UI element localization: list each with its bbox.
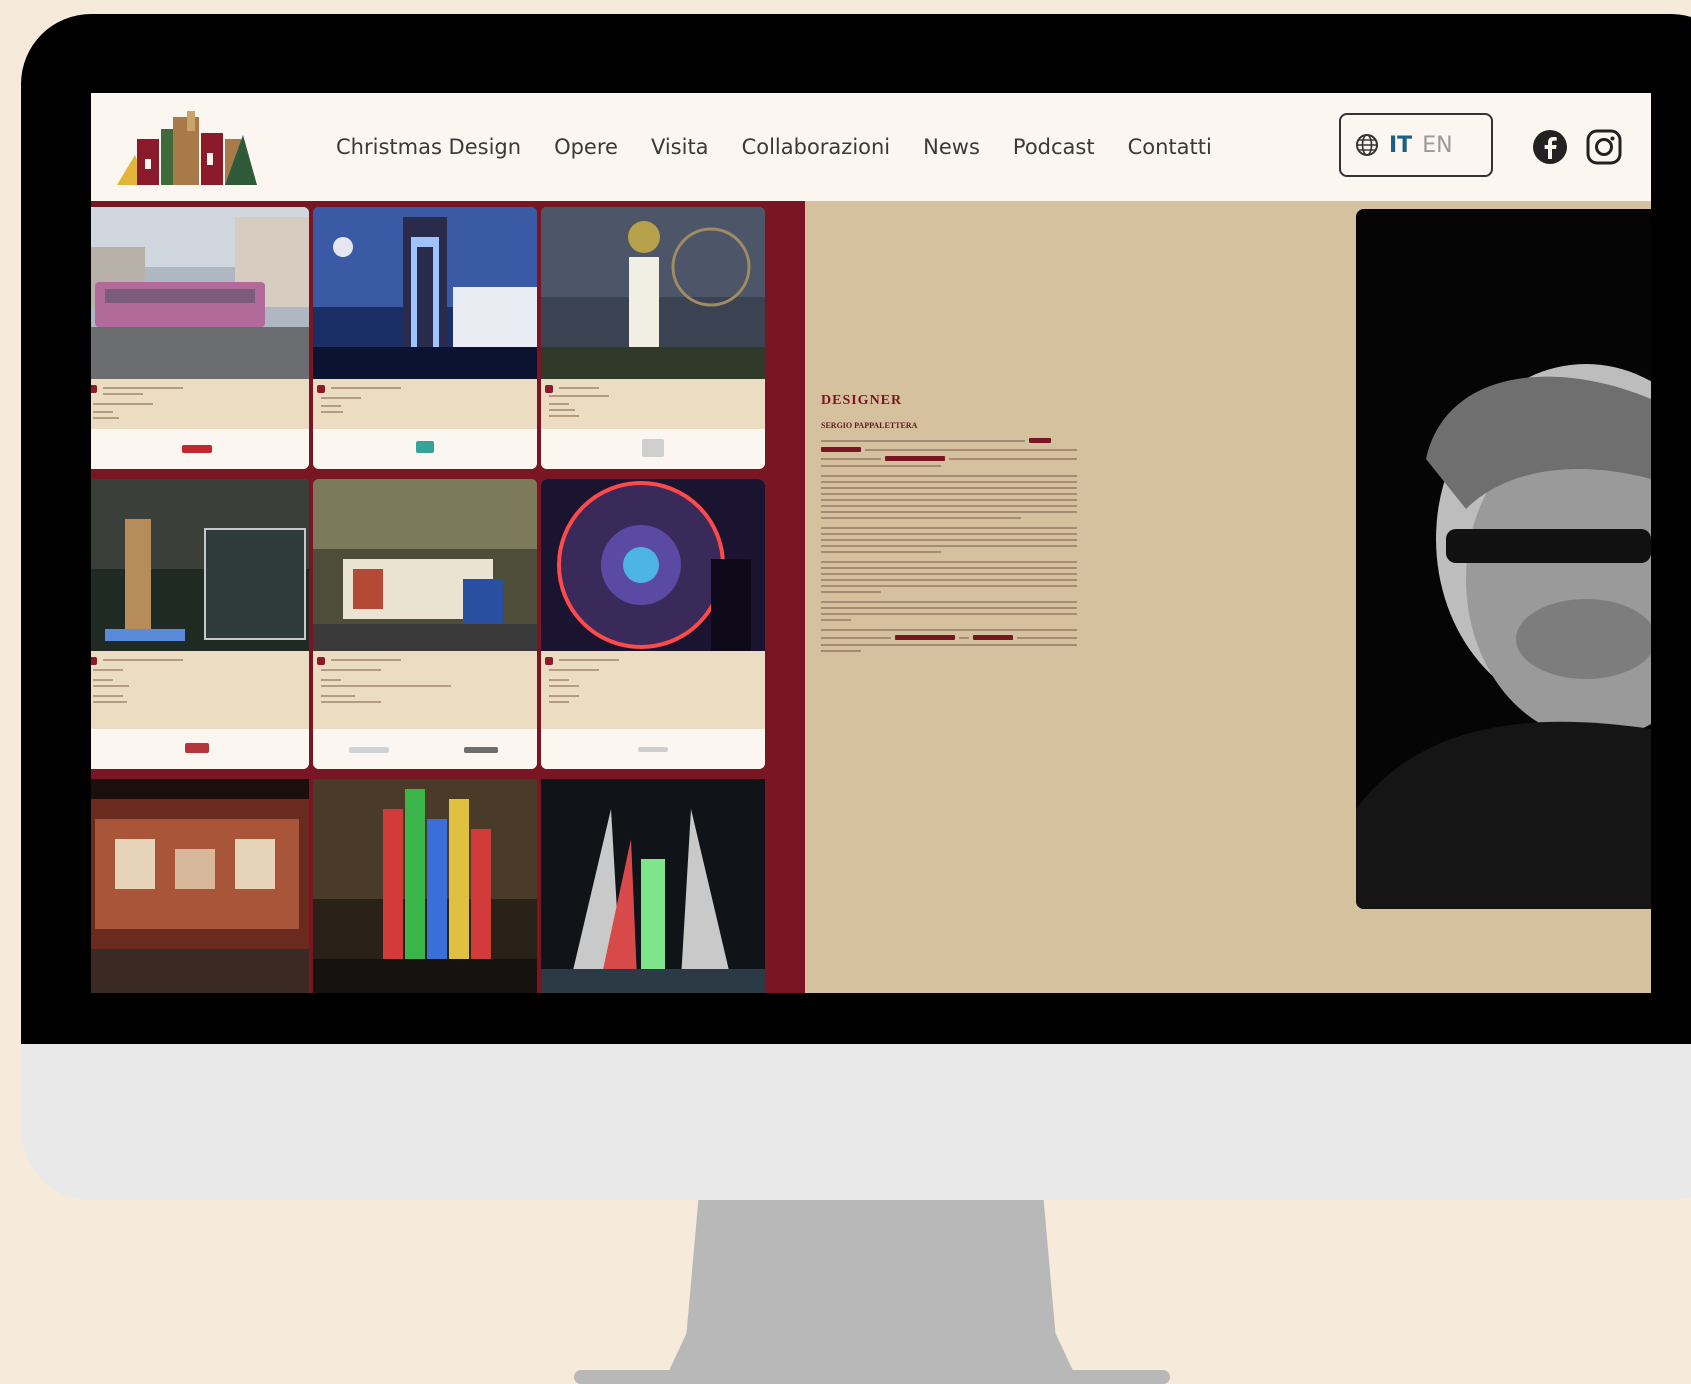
nav-contatti[interactable]: Contatti	[1128, 135, 1212, 159]
monitor-stand-foot	[574, 1370, 1170, 1384]
work-card[interactable]	[541, 479, 765, 769]
lang-it[interactable]: IT	[1389, 133, 1412, 158]
instagram-icon[interactable]	[1585, 128, 1623, 166]
sponsor-strip	[91, 429, 309, 469]
portrait-photo	[1356, 209, 1651, 909]
designer-bio-paragraph	[821, 527, 1077, 553]
work-meta	[91, 657, 305, 713]
monitor-chin	[21, 1040, 1691, 1200]
nav-news[interactable]: News	[923, 135, 980, 159]
language-switcher: IT EN	[1339, 113, 1493, 177]
work-photo	[91, 779, 309, 993]
work-meta	[317, 657, 533, 713]
work-card[interactable]	[313, 479, 537, 769]
work-card[interactable]	[91, 779, 309, 993]
work-photo	[541, 207, 765, 379]
designer-name: SERGIO PAPPALETTERA	[821, 421, 918, 430]
lang-en[interactable]: EN	[1422, 133, 1452, 158]
monitor-stand	[666, 1195, 1076, 1377]
designer-bio-paragraph	[821, 629, 1077, 652]
work-photo	[313, 479, 537, 651]
work-photo	[313, 207, 537, 379]
work-photo	[541, 479, 765, 651]
site-logo[interactable]	[117, 109, 257, 185]
work-card[interactable]	[91, 479, 309, 769]
sponsor-strip	[91, 729, 309, 769]
main-nav: Christmas Design Opere Visita Collaboraz…	[336, 93, 1245, 201]
designer-bio-paragraph	[821, 475, 1077, 519]
designer-bio-paragraph	[821, 561, 1077, 593]
sponsor-strip	[541, 429, 765, 469]
work-card[interactable]	[313, 207, 537, 469]
work-card[interactable]	[541, 779, 765, 993]
designer-portrait	[1356, 209, 1651, 909]
nav-visita[interactable]: Visita	[651, 135, 709, 159]
sponsor-strip	[313, 729, 537, 769]
work-meta	[545, 657, 761, 713]
designer-heading: DESIGNER	[821, 393, 903, 408]
designer-section: DESIGNER SERGIO PAPPALETTERA	[821, 393, 1077, 652]
work-card[interactable]	[91, 207, 309, 469]
work-photo	[91, 207, 309, 379]
nav-collaborazioni[interactable]: Collaborazioni	[742, 135, 891, 159]
work-photo	[541, 779, 765, 993]
website-screen: Christmas Design Opere Visita Collaboraz…	[91, 93, 1651, 993]
site-header: Christmas Design Opere Visita Collaboraz…	[91, 93, 1651, 201]
globe-icon	[1356, 134, 1378, 156]
nav-opere[interactable]: Opere	[554, 135, 618, 159]
works-gallery	[91, 201, 805, 993]
sponsor-strip	[313, 429, 537, 469]
sponsor-strip	[541, 729, 765, 769]
work-card[interactable]	[541, 207, 765, 469]
designer-bio-paragraph	[821, 438, 1077, 467]
work-photo	[91, 479, 309, 651]
work-photo	[313, 779, 537, 993]
work-card[interactable]	[313, 779, 537, 993]
facebook-icon[interactable]	[1531, 128, 1569, 166]
nav-podcast[interactable]: Podcast	[1013, 135, 1095, 159]
nav-christmas-design[interactable]: Christmas Design	[336, 135, 521, 159]
designer-bio-paragraph	[821, 601, 1077, 621]
